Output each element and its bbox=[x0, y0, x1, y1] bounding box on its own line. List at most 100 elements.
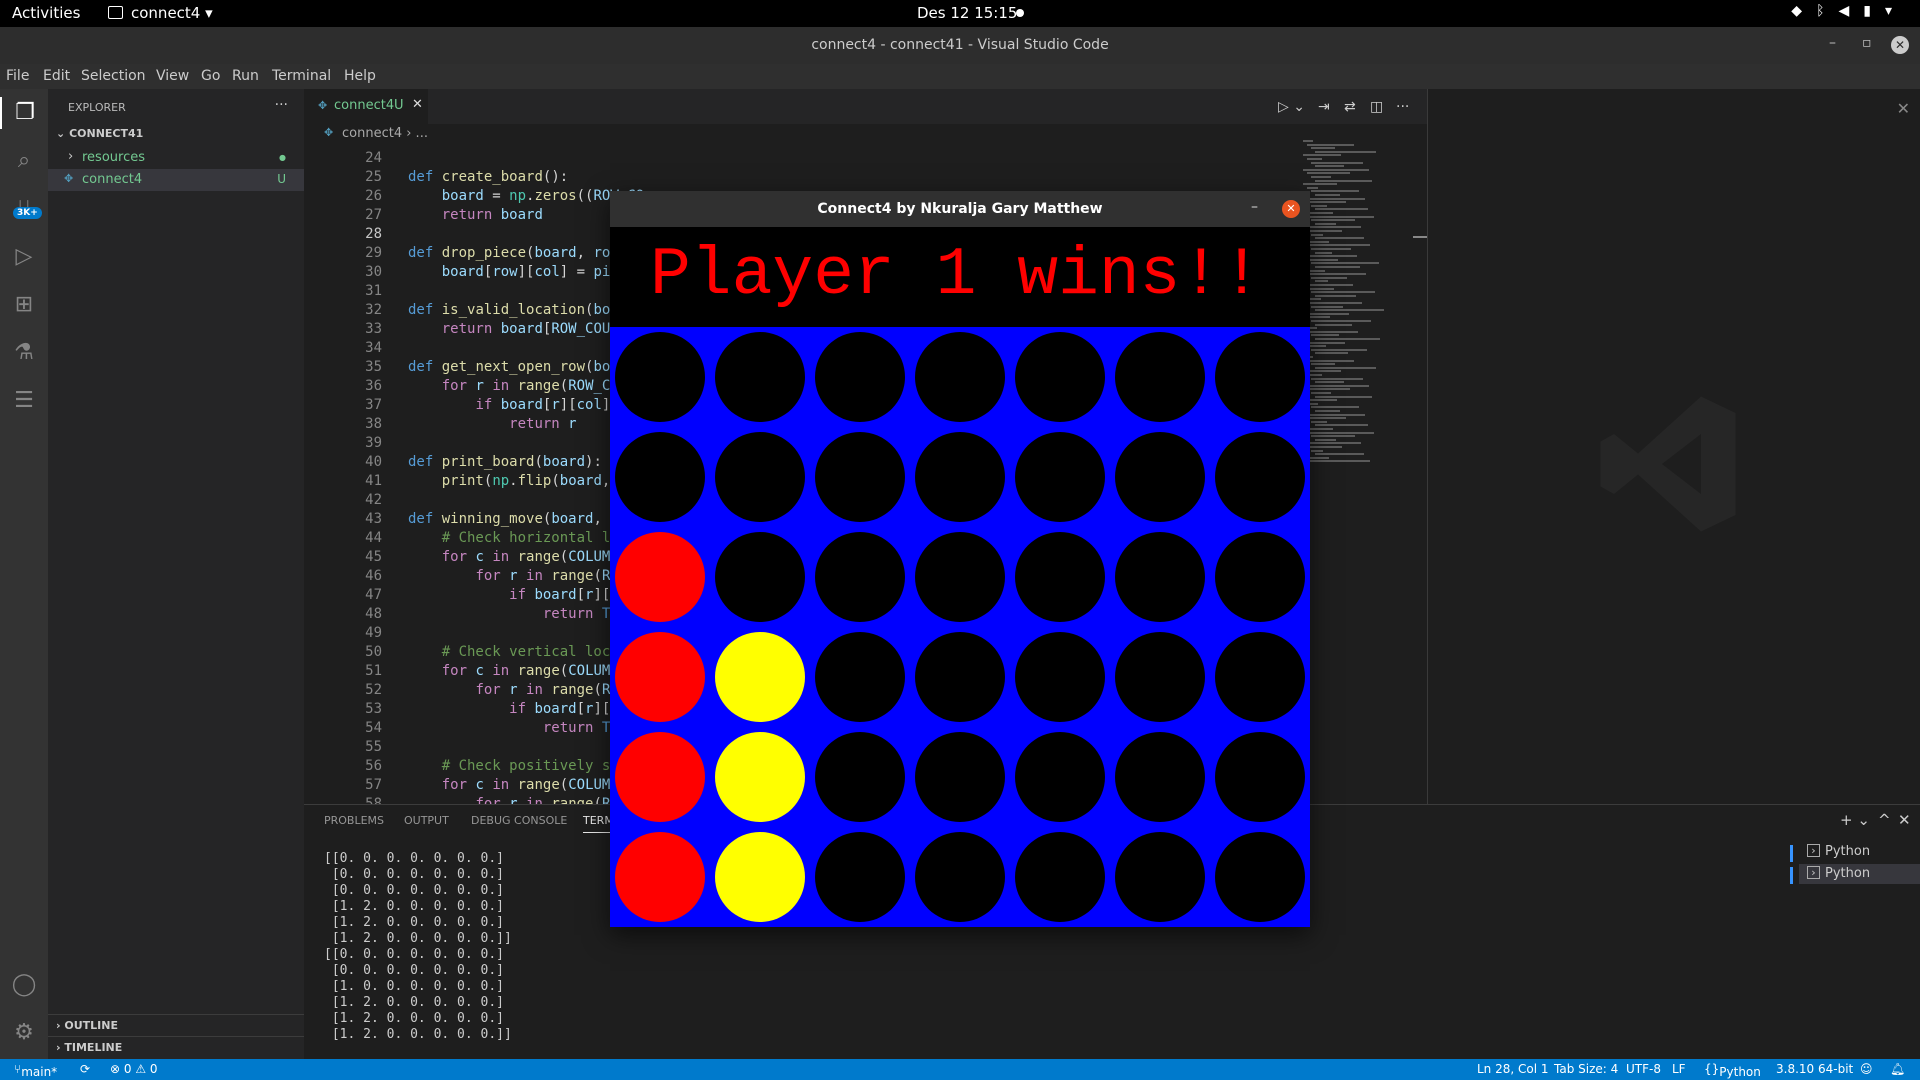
empty-slot[interactable] bbox=[1015, 832, 1105, 922]
terminal-list-item[interactable]: › Python bbox=[1799, 842, 1920, 862]
power-menu-icon[interactable]: ▾ bbox=[1885, 3, 1906, 19]
split-editor-icon[interactable]: ◫ bbox=[1370, 99, 1383, 115]
activities-button[interactable]: Activities bbox=[12, 4, 80, 22]
empty-slot[interactable] bbox=[1115, 332, 1205, 422]
code-line[interactable]: # Check positively slope bbox=[408, 758, 644, 777]
empty-slot[interactable] bbox=[1115, 832, 1205, 922]
empty-slot[interactable] bbox=[1215, 532, 1305, 622]
code-line[interactable]: if board[r][c] = bbox=[408, 701, 644, 720]
empty-slot[interactable] bbox=[1215, 432, 1305, 522]
tab-connect4[interactable]: ✥ connect4 U ✕ bbox=[304, 89, 428, 124]
problems-status[interactable]: ⊗ 0 ⚠ 0 bbox=[110, 1062, 158, 1076]
empty-slot[interactable] bbox=[1015, 732, 1105, 822]
code-line[interactable]: for c in range(COLUMN_CO bbox=[408, 777, 644, 796]
empty-slot[interactable] bbox=[815, 732, 905, 822]
empty-slot[interactable] bbox=[1115, 732, 1205, 822]
minimap[interactable] bbox=[1295, 140, 1413, 470]
code-line[interactable]: if board[r][col] == bbox=[408, 397, 635, 416]
empty-slot[interactable] bbox=[815, 632, 905, 722]
code-line[interactable]: def create_board(): bbox=[408, 169, 568, 188]
language-mode[interactable]: {} Python bbox=[1704, 1062, 1761, 1079]
terminal-list-item[interactable]: › Python bbox=[1799, 864, 1920, 884]
close-tab-icon[interactable]: ✕ bbox=[412, 97, 423, 112]
connect4-game-window[interactable]: Connect4 by Nkuralja Gary Matthew – ✕ Pl… bbox=[610, 191, 1310, 927]
code-line[interactable]: return True bbox=[408, 606, 636, 625]
code-line[interactable]: def get_next_open_row(board, bbox=[408, 359, 644, 378]
testing-icon[interactable]: ⚗ bbox=[8, 337, 40, 369]
new-terminal-icon[interactable]: + ⌄ bbox=[1840, 811, 1870, 829]
run-file-icon[interactable]: ▷ ⌄ bbox=[1278, 99, 1305, 115]
code-line[interactable]: def is_valid_location(board, bbox=[408, 302, 644, 321]
menu-view[interactable]: View bbox=[156, 68, 189, 84]
empty-slot[interactable] bbox=[715, 332, 805, 422]
tab-size[interactable]: Tab Size: 4 bbox=[1554, 1062, 1618, 1076]
menu-go[interactable]: Go bbox=[201, 68, 220, 84]
yellow-piece[interactable] bbox=[715, 732, 805, 822]
code-line[interactable]: for c in range(COLUMN_CO bbox=[408, 663, 644, 682]
yellow-piece[interactable] bbox=[715, 632, 805, 722]
empty-slot[interactable] bbox=[1115, 532, 1205, 622]
empty-slot[interactable] bbox=[915, 832, 1005, 922]
game-board[interactable] bbox=[610, 327, 1310, 927]
menu-edit[interactable]: Edit bbox=[43, 68, 70, 84]
code-line[interactable]: print(np.flip(board, 0)) bbox=[408, 473, 644, 492]
code-line[interactable]: for r in range(ROW_COUNT bbox=[408, 378, 644, 397]
red-piece[interactable] bbox=[615, 832, 705, 922]
feedback-icon[interactable]: ☺ bbox=[1860, 1062, 1873, 1076]
account-icon[interactable]: ◯ bbox=[8, 969, 40, 1001]
code-line[interactable]: # Check horizontal locat bbox=[408, 530, 644, 549]
empty-slot[interactable] bbox=[915, 632, 1005, 722]
run-debug-icon[interactable]: ▷ bbox=[8, 241, 40, 273]
end-of-line[interactable]: LF bbox=[1672, 1062, 1686, 1076]
empty-slot[interactable] bbox=[1015, 432, 1105, 522]
empty-slot[interactable] bbox=[1215, 332, 1305, 422]
tree-item-resources[interactable]: › resources ● bbox=[48, 147, 304, 169]
encoding[interactable]: UTF-8 bbox=[1626, 1062, 1661, 1076]
minimize-icon[interactable]: – bbox=[1829, 35, 1836, 51]
breadcrumb[interactable]: ✥ connect4 › ... bbox=[304, 124, 1427, 146]
settings-gear-icon[interactable]: ⚙ bbox=[8, 1017, 40, 1049]
yellow-piece[interactable] bbox=[715, 832, 805, 922]
empty-slot[interactable] bbox=[915, 732, 1005, 822]
code-line[interactable]: def winning_move(board, piec bbox=[408, 511, 644, 530]
maximize-icon[interactable]: ▫ bbox=[1862, 35, 1872, 51]
explorer-icon[interactable]: ❐ bbox=[0, 97, 48, 129]
code-line[interactable]: board[row][col] = piece bbox=[408, 264, 636, 283]
empty-slot[interactable] bbox=[1215, 732, 1305, 822]
menu-file[interactable]: File bbox=[6, 68, 29, 84]
minimize-icon[interactable]: – bbox=[1251, 199, 1258, 215]
more-actions-icon[interactable]: ··· bbox=[275, 97, 288, 113]
empty-slot[interactable] bbox=[915, 532, 1005, 622]
code-line[interactable]: if board[r][c] = bbox=[408, 587, 644, 606]
code-line[interactable]: return r bbox=[408, 416, 576, 435]
close-icon[interactable]: ✕ bbox=[1282, 200, 1300, 218]
red-piece[interactable] bbox=[615, 632, 705, 722]
red-piece[interactable] bbox=[615, 532, 705, 622]
sync-icon[interactable]: ⟳ bbox=[80, 1062, 90, 1076]
menu-run[interactable]: Run bbox=[232, 68, 259, 84]
app-menu[interactable]: connect4 ▾ bbox=[108, 4, 213, 22]
code-line[interactable]: for r in range(ROW_C bbox=[408, 796, 644, 804]
outline-section[interactable]: › OUTLINE bbox=[56, 1019, 118, 1032]
code-line[interactable]: for r in range(ROW_C bbox=[408, 568, 644, 587]
notifications-icon[interactable]: 🔔︎ bbox=[1890, 1062, 1905, 1076]
timeline-section[interactable]: › TIMELINE bbox=[56, 1041, 122, 1054]
tree-item-connect4[interactable]: ✥ connect4 U bbox=[48, 169, 304, 191]
empty-slot[interactable] bbox=[1115, 432, 1205, 522]
empty-slot[interactable] bbox=[815, 432, 905, 522]
empty-slot[interactable] bbox=[915, 332, 1005, 422]
empty-slot[interactable] bbox=[615, 432, 705, 522]
empty-slot[interactable] bbox=[615, 332, 705, 422]
tab-problems[interactable]: PROBLEMS bbox=[324, 814, 384, 827]
maximize-panel-icon[interactable]: ^ bbox=[1878, 811, 1891, 829]
open-changes-icon[interactable]: ⇥ bbox=[1318, 99, 1330, 115]
empty-slot[interactable] bbox=[1015, 532, 1105, 622]
code-line[interactable]: def print_board(board): bbox=[408, 454, 602, 473]
scrollbar-thumb[interactable] bbox=[1413, 236, 1427, 238]
branch-status[interactable]: ⑂ main* bbox=[14, 1062, 57, 1079]
cursor-position[interactable]: Ln 28, Col 1 bbox=[1477, 1062, 1549, 1076]
empty-slot[interactable] bbox=[1215, 632, 1305, 722]
empty-slot[interactable] bbox=[915, 432, 1005, 522]
close-panel-icon[interactable]: ✕ bbox=[1898, 811, 1911, 829]
red-piece[interactable] bbox=[615, 732, 705, 822]
